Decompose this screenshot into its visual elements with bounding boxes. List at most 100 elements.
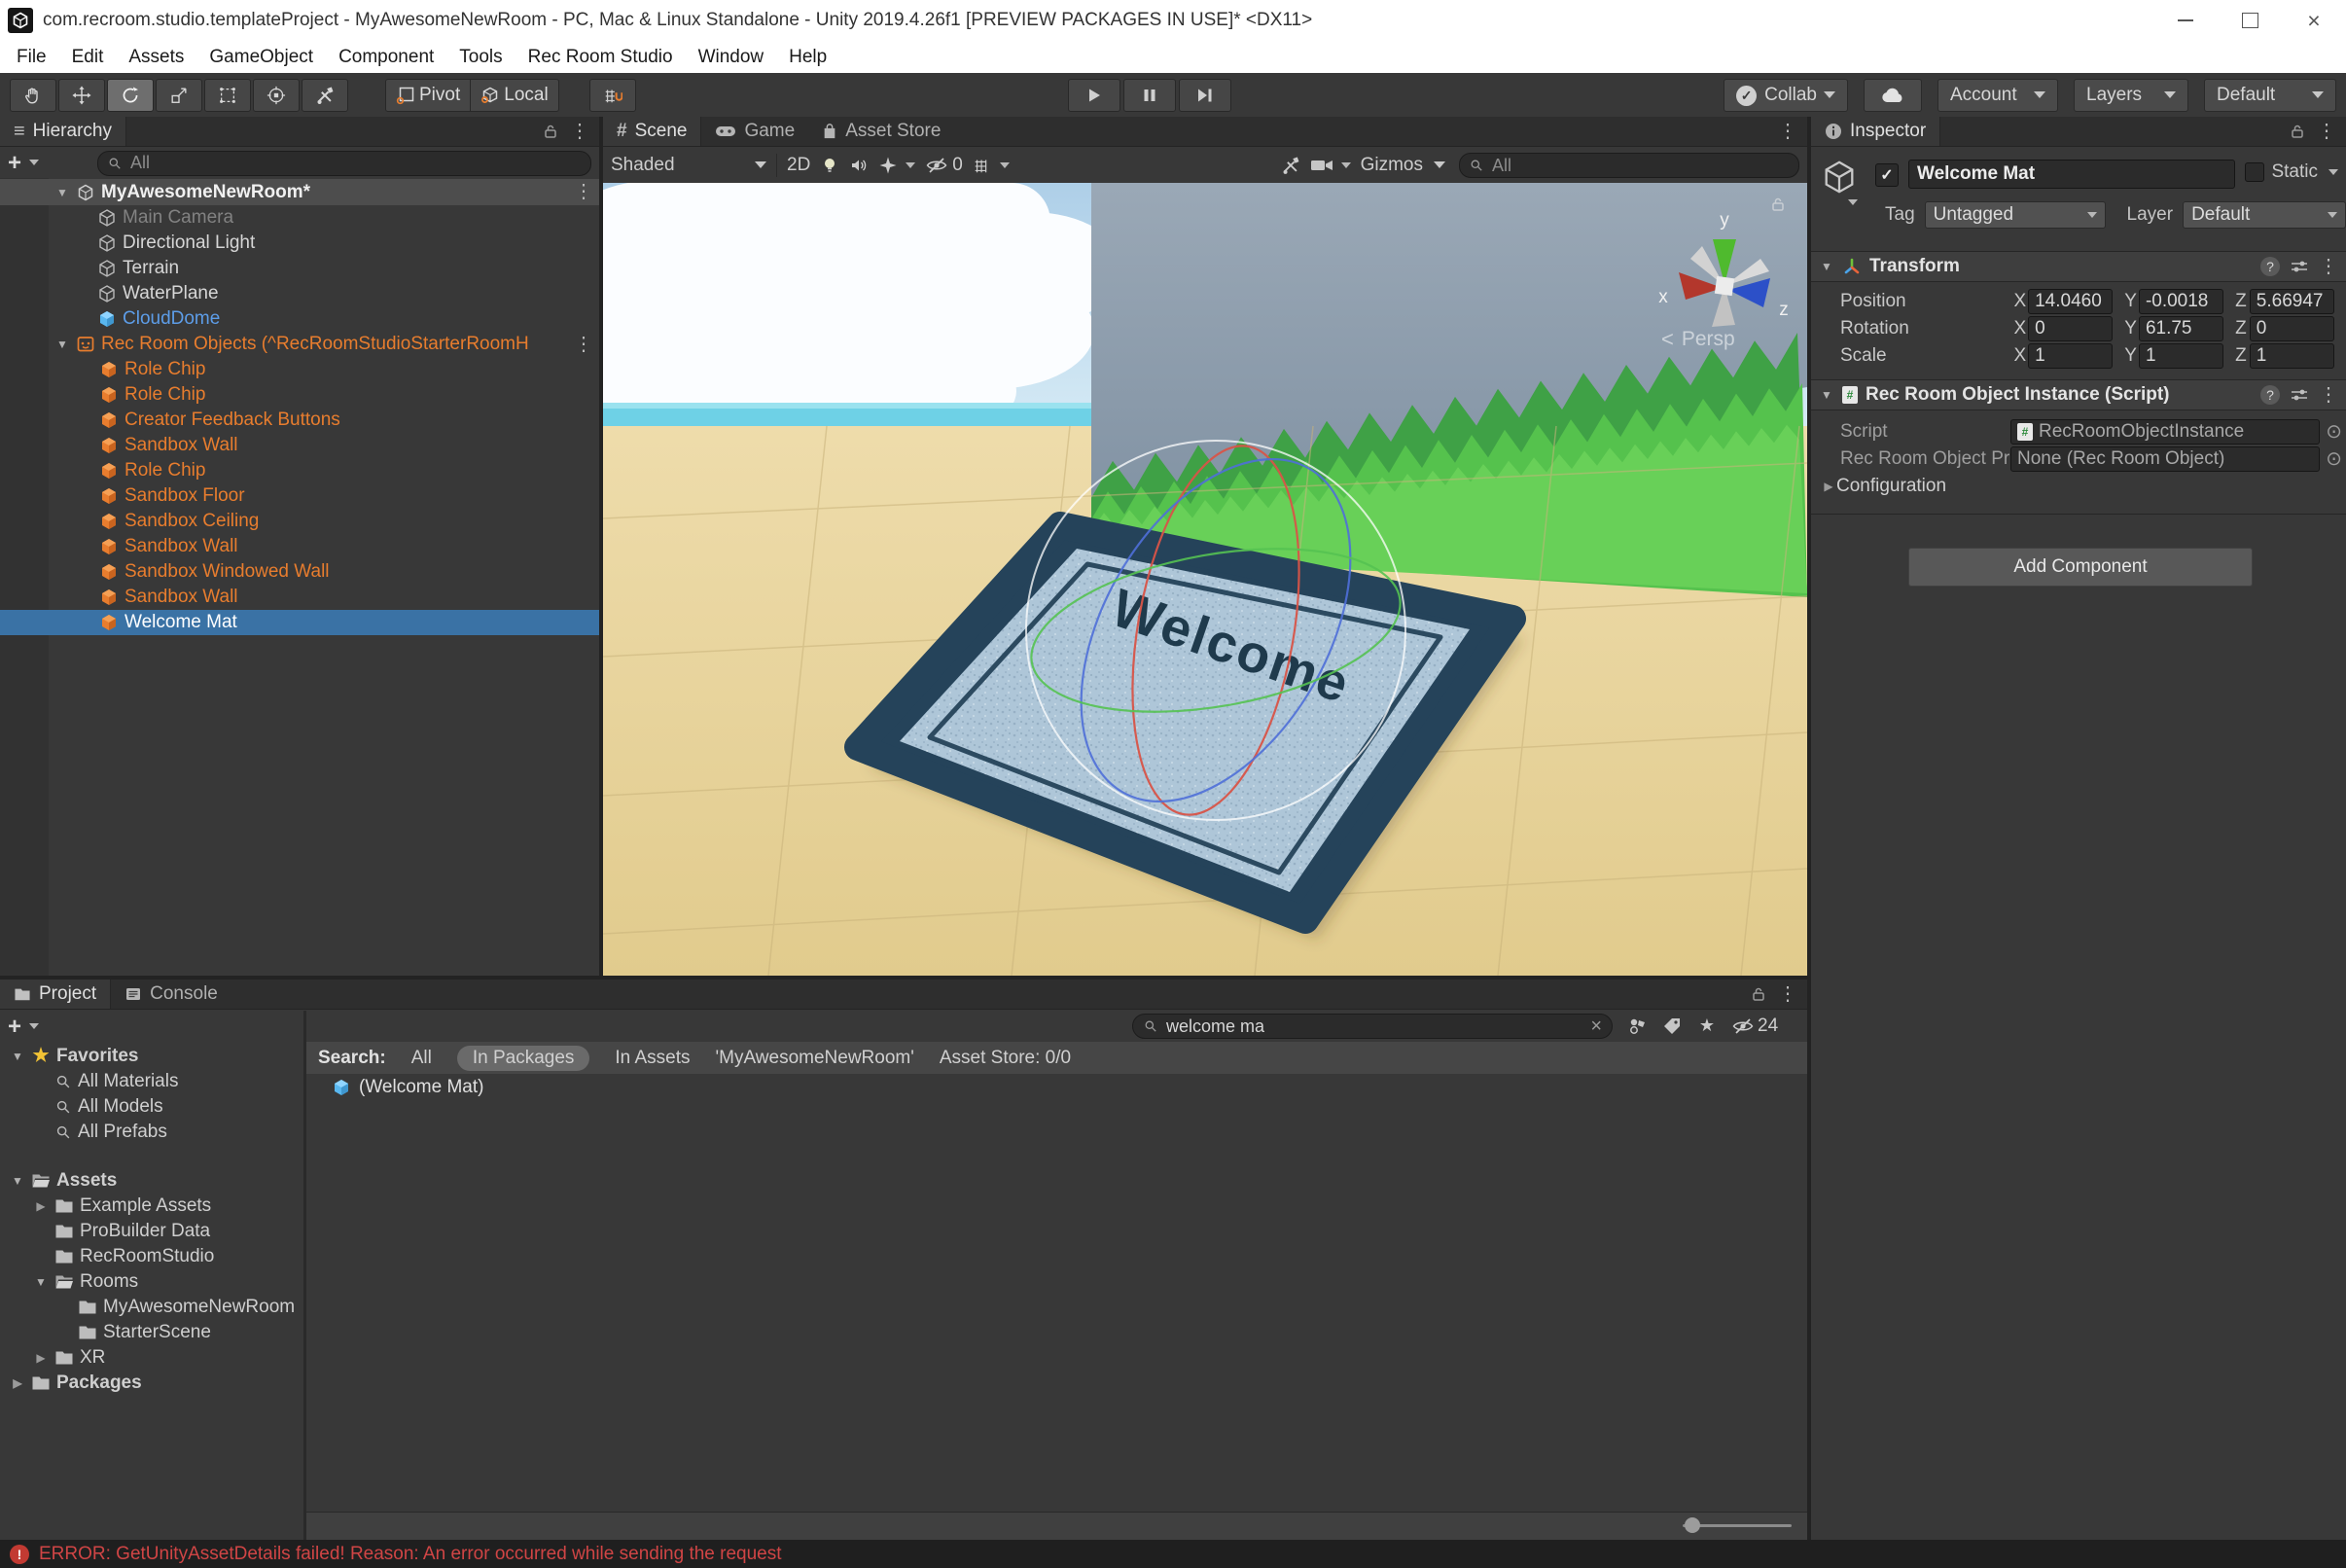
expander-icon[interactable] — [10, 1050, 25, 1063]
effects-dropdown[interactable] — [878, 155, 915, 176]
transform-component-header[interactable]: Transform — [1811, 251, 2346, 282]
menu-window[interactable]: Window — [686, 47, 777, 68]
audio-toggle-button[interactable] — [849, 156, 869, 175]
thumbnail-zoom-slider[interactable] — [1683, 1524, 1792, 1527]
create-object-arrow-icon[interactable] — [25, 153, 39, 174]
scene-search-input[interactable] — [1490, 155, 1790, 177]
configuration-foldout[interactable]: Configuration — [1811, 473, 2346, 500]
menu-component[interactable]: Component — [326, 47, 446, 68]
hierarchy-item-main-camera[interactable]: Main Camera — [0, 205, 599, 231]
hierarchy-item-rec-room-objects-recroomstudiostarterroo[interactable]: Rec Room Objects (^RecRoomStudioStarterR… — [0, 332, 599, 357]
add-component-button[interactable]: Add Component — [1908, 548, 2253, 587]
project-tree-probuilder-data[interactable]: ProBuilder Data — [0, 1219, 303, 1244]
hierarchy-item-sandbox-floor[interactable]: Sandbox Floor — [0, 483, 599, 509]
perspective-toggle[interactable]: Persp — [1661, 327, 1735, 352]
lock-icon[interactable] — [543, 124, 558, 139]
rotation-z-field[interactable]: 0 — [2250, 316, 2334, 341]
component-menu-icon[interactable] — [2319, 385, 2338, 405]
menu-gameobject[interactable]: GameObject — [196, 47, 326, 68]
gizmos-dropdown[interactable]: Gizmos — [1361, 155, 1445, 176]
grid-settings-dropdown[interactable] — [973, 155, 1010, 176]
layout-dropdown[interactable]: Default — [2204, 79, 2336, 112]
transform-expander-icon[interactable] — [1819, 260, 1834, 273]
project-tree-example-assets[interactable]: Example Assets — [0, 1194, 303, 1219]
menu-edit[interactable]: Edit — [59, 47, 117, 68]
hand-tool-button[interactable] — [10, 79, 56, 112]
project-tree-recroomstudio[interactable]: RecRoomStudio — [0, 1244, 303, 1269]
project-tree-favorites[interactable]: Favorites — [0, 1044, 303, 1069]
scene-expander-icon[interactable] — [54, 186, 70, 199]
custom-tools-button[interactable] — [302, 79, 348, 112]
script-expander-icon[interactable] — [1819, 388, 1834, 402]
hierarchy-item-terrain[interactable]: Terrain — [0, 256, 599, 281]
hierarchy-search-input[interactable] — [128, 152, 582, 174]
search-by-label-button[interactable] — [1655, 1014, 1688, 1039]
tag-dropdown[interactable]: Untagged — [1925, 201, 2106, 229]
project-tree-packages[interactable]: Packages — [0, 1371, 303, 1396]
layers-dropdown[interactable]: Layers — [2074, 79, 2188, 112]
close-button[interactable] — [2282, 0, 2346, 41]
result-welcome-mat[interactable]: (Welcome Mat) — [306, 1074, 1807, 1101]
project-search-input[interactable] — [1164, 1016, 1584, 1038]
hierarchy-item-role-chip[interactable]: Role Chip — [0, 357, 599, 382]
menu-tools[interactable]: Tools — [446, 47, 515, 68]
scene-camera-dropdown[interactable] — [1310, 155, 1351, 176]
menu-help[interactable]: Help — [776, 47, 839, 68]
scope-asset-store[interactable]: Asset Store: 0/0 — [940, 1048, 1071, 1069]
active-checkbox[interactable] — [1875, 163, 1899, 187]
step-button[interactable] — [1179, 79, 1231, 112]
hierarchy-item-waterplane[interactable]: WaterPlane — [0, 281, 599, 306]
hierarchy-item-directional-light[interactable]: Directional Light — [0, 231, 599, 256]
tab-console[interactable]: Console — [111, 980, 231, 1009]
save-search-button[interactable] — [1690, 1014, 1724, 1039]
object-picker-icon[interactable] — [2326, 449, 2342, 469]
rotate-tool-button[interactable] — [107, 79, 154, 112]
grid-snap-button[interactable] — [589, 79, 636, 112]
expander-icon[interactable] — [54, 338, 70, 351]
tab-project[interactable]: Project — [0, 980, 111, 1009]
gizmo-lock-icon[interactable] — [1770, 196, 1786, 212]
project-tree-xr[interactable]: XR — [0, 1345, 303, 1371]
create-asset-arrow-icon[interactable] — [25, 1016, 39, 1038]
help-icon[interactable] — [2260, 385, 2280, 405]
scene-options-icon[interactable] — [574, 182, 593, 201]
lighting-toggle-button[interactable] — [820, 156, 839, 175]
hierarchy-item-welcome-mat[interactable]: Welcome Mat — [0, 610, 599, 635]
help-icon[interactable] — [2260, 257, 2280, 276]
rotation-y-field[interactable]: 61.75 — [2139, 316, 2223, 341]
scope-all[interactable]: All — [411, 1048, 432, 1069]
project-tree-all-prefabs[interactable]: All Prefabs — [0, 1120, 303, 1145]
position-z-field[interactable]: 5.66947 — [2250, 289, 2334, 314]
layer-dropdown[interactable]: Default — [2183, 201, 2346, 229]
maximize-button[interactable] — [2218, 0, 2282, 41]
project-tree-starterscene[interactable]: StarterScene — [0, 1320, 303, 1345]
menu-assets[interactable]: Assets — [116, 47, 196, 68]
play-button[interactable] — [1068, 79, 1120, 112]
hierarchy-item-creator-feedback-buttons[interactable]: Creator Feedback Buttons — [0, 408, 599, 433]
expander-icon[interactable] — [10, 1376, 25, 1390]
menu-file[interactable]: File — [4, 47, 59, 68]
project-tree-assets[interactable]: Assets — [0, 1168, 303, 1194]
hierarchy-item-role-chip[interactable]: Role Chip — [0, 458, 599, 483]
tab-game[interactable]: Game — [701, 117, 808, 146]
project-tree-all-materials[interactable]: All Materials — [0, 1069, 303, 1094]
project-tree-myawesomenewroom[interactable]: MyAwesomeNewRoom — [0, 1295, 303, 1320]
object-name-field[interactable]: Welcome Mat — [1908, 160, 2235, 189]
orientation-gizmo[interactable]: y x z — [1642, 200, 1807, 346]
position-y-field[interactable]: -0.0018 — [2139, 289, 2223, 314]
status-bar[interactable]: ERROR: GetUnityAssetDetails failed! Reas… — [0, 1540, 2346, 1568]
move-tool-button[interactable] — [58, 79, 105, 112]
hidden-packages-toggle[interactable]: 24 — [1725, 1014, 1784, 1039]
scope-in-packages[interactable]: In Packages — [457, 1046, 590, 1071]
pivot-toggle-button[interactable]: Pivot — [385, 79, 471, 112]
scope-room[interactable]: 'MyAwesomeNewRoom' — [716, 1048, 914, 1069]
lock-icon[interactable] — [2290, 124, 2305, 139]
create-object-button[interactable] — [8, 152, 21, 175]
project-menu-icon[interactable] — [1778, 984, 1797, 1004]
minimize-button[interactable] — [2153, 0, 2218, 41]
position-x-field[interactable]: 14.0460 — [2028, 289, 2113, 314]
expander-icon[interactable] — [33, 1199, 49, 1213]
shading-mode-dropdown[interactable]: Shaded — [611, 155, 766, 176]
hierarchy-menu-icon[interactable] — [570, 122, 589, 141]
scene-panel-menu-icon[interactable] — [1778, 122, 1797, 141]
